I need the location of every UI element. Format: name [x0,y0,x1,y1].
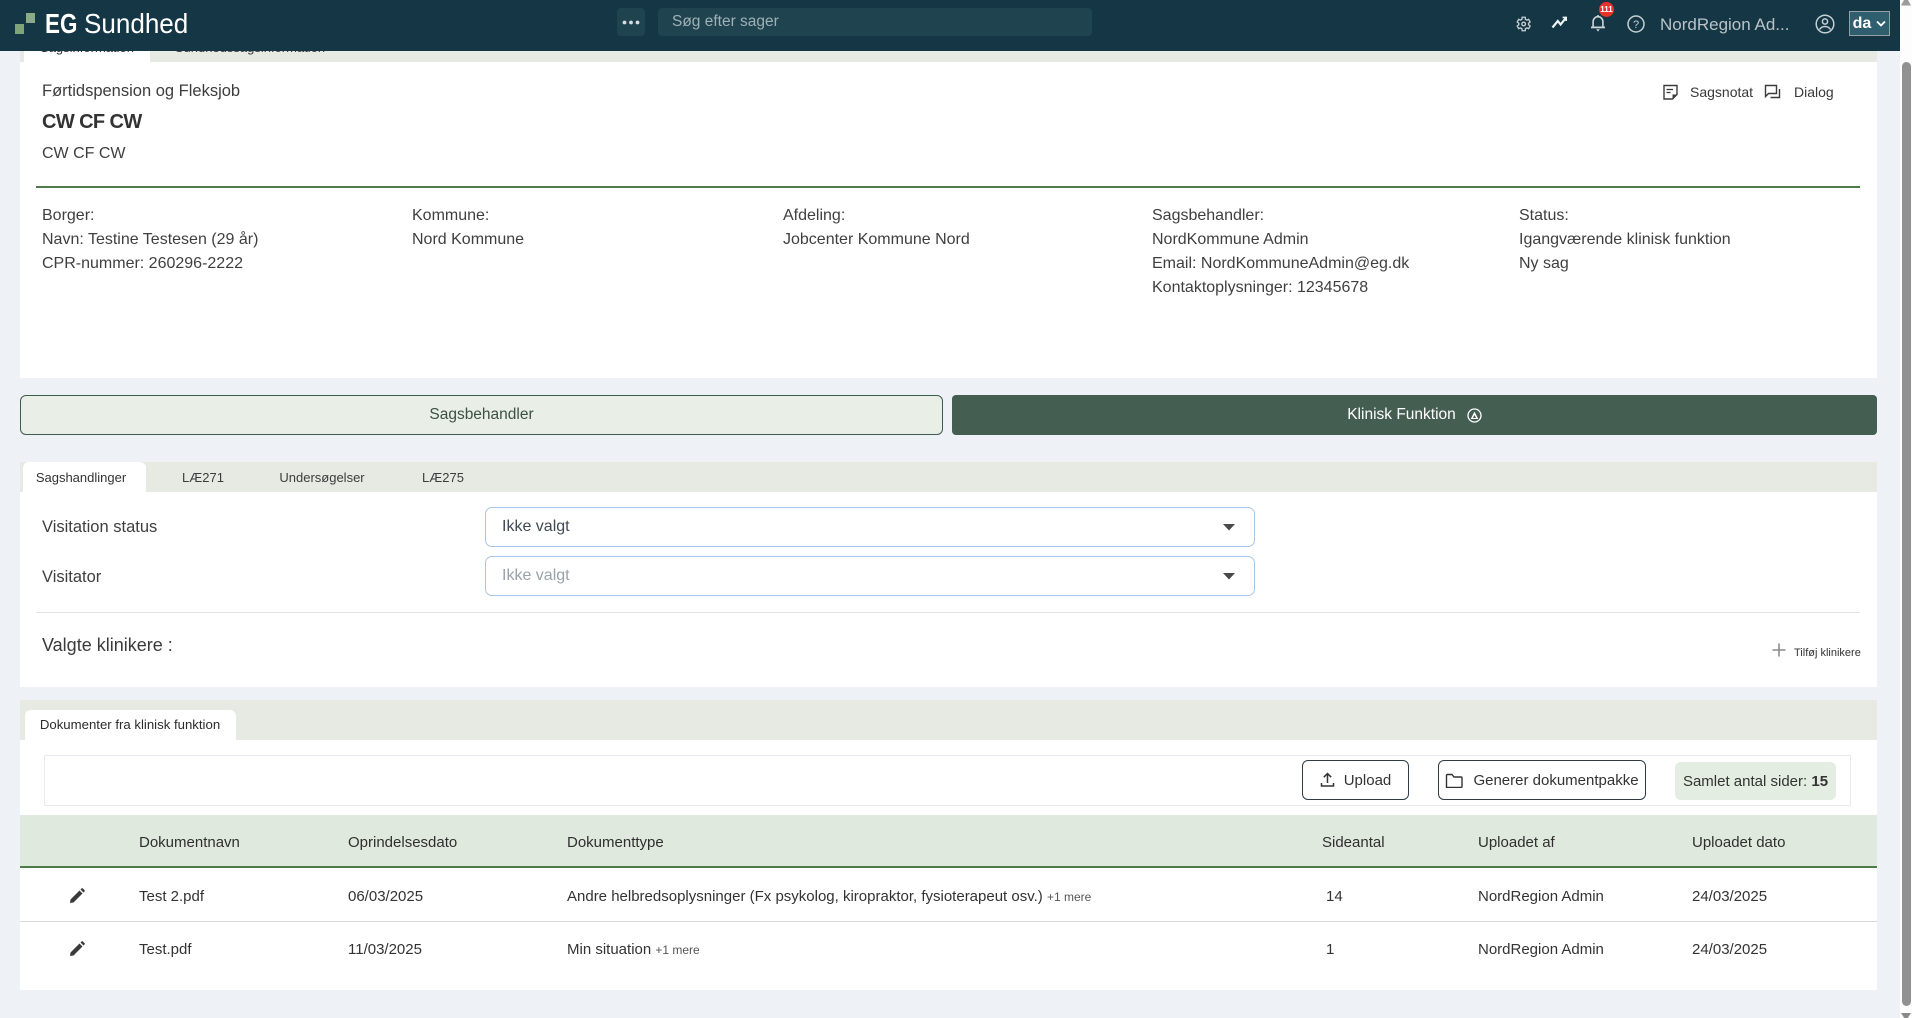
svg-text:?: ? [1633,19,1639,31]
